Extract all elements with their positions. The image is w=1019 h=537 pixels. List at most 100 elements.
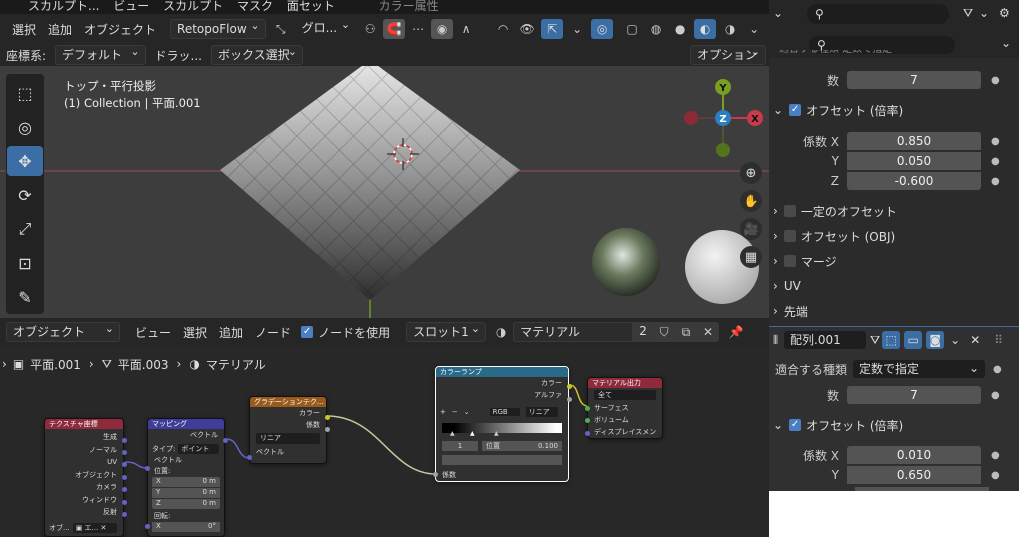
mapping-loc-z[interactable]: Z 0 m	[152, 499, 220, 509]
pin-icon[interactable]: 📌	[725, 322, 747, 342]
snap-icon[interactable]: 🧲	[383, 19, 406, 39]
keyframe-dot-icon[interactable]: ●	[991, 136, 1000, 147]
material-name-field[interactable]: マテリアル	[513, 322, 634, 342]
keyframe-dot-icon[interactable]: ●	[991, 156, 1000, 167]
falloff-icon[interactable]: ∧	[455, 19, 477, 39]
menu-add[interactable]: 追加	[42, 21, 78, 38]
duplicate-material-icon[interactable]: ⧉	[675, 322, 698, 342]
menu-sculpt[interactable]: スカルプト	[163, 0, 223, 12]
node-socket[interactable]	[122, 438, 127, 443]
color-ramp-node[interactable]: カラーランプ カラー アルファ + − ⌄ RGB リニア ▲ ▲ ▲ 1 位置…	[435, 366, 569, 482]
material-output-node[interactable]: マテリアル出力 全て サーフェス ボリューム ディスプレイスメント	[587, 377, 663, 439]
uv-section[interactable]: › UV	[769, 275, 1019, 297]
solid-shading-icon[interactable]: ●	[669, 19, 691, 39]
select-box-tool-icon[interactable]: ⬚	[7, 78, 43, 108]
keyframe-dot-icon[interactable]: ●	[991, 450, 1000, 461]
node-socket[interactable]	[122, 462, 127, 467]
shading-dropdown-icon[interactable]: ⌄	[743, 19, 765, 39]
merge-section[interactable]: › マージ	[769, 250, 1019, 272]
move-tool-icon[interactable]: ✥	[7, 146, 43, 176]
breadcrumb-material[interactable]: マテリアル	[206, 356, 266, 373]
overlay-icon[interactable]: ⌄	[566, 19, 588, 39]
xray-icon[interactable]: ▢	[621, 19, 643, 39]
ramp-stop-index[interactable]: 1	[442, 441, 478, 451]
node-socket[interactable]	[585, 431, 590, 436]
overlays-button[interactable]: ◎	[591, 19, 614, 39]
node-socket[interactable]	[567, 397, 572, 402]
menu-object[interactable]: オブジェクト	[78, 21, 162, 38]
mapping-loc-y[interactable]: Y 0 m	[152, 488, 220, 498]
visibility-icon[interactable]: ◠	[492, 19, 514, 39]
node-socket[interactable]	[122, 487, 127, 492]
search-dropdown-icon[interactable]: ⌄	[1001, 36, 1011, 50]
node-socket[interactable]	[325, 415, 330, 420]
ramp-stop-handle[interactable]: ▲	[494, 430, 499, 437]
menu-mask[interactable]: マスク	[237, 0, 273, 12]
options-dropdown[interactable]: オプション	[690, 44, 766, 65]
edit-mode-toggle-button[interactable]: ⬚	[882, 331, 901, 349]
proportional-edit-icon[interactable]: ◉	[431, 19, 454, 39]
modifier-dropdown-icon[interactable]: ⌄	[950, 333, 960, 347]
menu-face-set[interactable]: 面セット	[287, 0, 335, 12]
fake-user-shield-icon[interactable]: ⛉	[653, 322, 676, 342]
pivot-icon[interactable]: ⚇	[359, 19, 381, 39]
mapping-loc-x[interactable]: X 0 m	[152, 477, 220, 487]
editor-type-icon[interactable]: ⌄	[773, 6, 783, 20]
factor-x2-field[interactable]: 0.010	[847, 446, 981, 464]
breadcrumb-object[interactable]: 平面.001	[30, 356, 81, 373]
caps-section[interactable]: › 先端	[769, 300, 1019, 322]
factor-z-field[interactable]: -0.600	[847, 172, 981, 190]
camera-view-icon[interactable]: 🎥	[740, 218, 762, 240]
keyframe-dot-icon[interactable]: ●	[991, 176, 1000, 187]
eye-dropdown-icon[interactable]: 👁	[516, 19, 538, 39]
material-shading-button[interactable]: ◐	[694, 19, 717, 39]
ramp-stop-handle[interactable]: ▲	[450, 430, 455, 437]
count2-field[interactable]: 7	[847, 386, 981, 404]
offset-relative-section[interactable]: ⌄ ✓ オフセット (倍率)	[769, 99, 1019, 121]
const-offset-checkbox[interactable]	[783, 205, 796, 217]
remove-stop-button[interactable]: −	[452, 408, 458, 416]
node-socket[interactable]	[585, 406, 590, 411]
snap-target-icon[interactable]: ⋯	[407, 19, 429, 39]
node-socket[interactable]	[145, 466, 150, 471]
obj-offset-section[interactable]: › オフセット (OBJ)	[769, 225, 1019, 247]
add-stop-button[interactable]: +	[440, 408, 446, 416]
ramp-stop-color[interactable]	[442, 455, 562, 465]
node-socket[interactable]	[122, 500, 127, 505]
mapping-node[interactable]: マッピング ベクトル タイプ: ポイント ベクトル 位置: X0 m Y0 m …	[147, 418, 225, 537]
retopoflow-dropdown[interactable]: RetopoFlow	[170, 18, 266, 39]
gradient-texture-node[interactable]: グラデーションテク... カラー 係数 リニア ベクトル	[249, 396, 327, 464]
slot-dropdown[interactable]: スロット1	[406, 321, 487, 342]
node-socket[interactable]	[122, 475, 127, 480]
rotate-tool-icon[interactable]: ⟳	[7, 180, 43, 210]
annotate-tool-icon[interactable]: ✎	[7, 282, 43, 312]
transform-orientation-dropdown[interactable]: グロ...	[296, 17, 355, 39]
filter-icon[interactable]: ⛛	[963, 6, 973, 21]
menu-color-attr[interactable]: カラー属性	[379, 0, 439, 12]
unlink-material-icon[interactable]: ✕	[697, 322, 720, 342]
mapping-rot-x[interactable]: X 0°	[152, 522, 220, 532]
node-socket[interactable]	[567, 384, 572, 389]
viewport-display-toggle-button[interactable]: ▭	[904, 331, 923, 349]
drag-dropdown[interactable]: ボックス選択	[211, 44, 303, 65]
keyframe-dot-icon[interactable]: ●	[991, 75, 1000, 86]
modifier-name-field[interactable]: 配列.001	[784, 331, 867, 349]
node-socket[interactable]	[585, 418, 590, 423]
modifier-drag-handle-icon[interactable]: ⠿	[994, 333, 1003, 347]
ramp-stop-handle[interactable]: ▲	[470, 430, 475, 437]
texcoord-object-field[interactable]: ▣ エ... ✕	[72, 523, 117, 533]
node-socket[interactable]	[325, 427, 330, 432]
obj-offset-checkbox[interactable]	[783, 230, 796, 242]
coord-dropdown[interactable]: デフォルト	[55, 44, 146, 65]
rendered-shading-icon[interactable]: ◑	[719, 19, 741, 39]
node-socket[interactable]	[122, 450, 127, 455]
node-menu-node[interactable]: ノード	[249, 324, 297, 341]
properties-search-top[interactable]: ⚲	[807, 4, 949, 24]
modifier-remove-icon[interactable]: ✕	[970, 333, 980, 347]
gradient-type-dropdown[interactable]: リニア	[256, 433, 320, 444]
factor-y2-field[interactable]: 0.650	[847, 466, 981, 484]
factor-x-field[interactable]: 0.850	[847, 132, 981, 150]
settings-gear-icon[interactable]: ⚙	[999, 6, 1010, 20]
node-socket[interactable]	[223, 438, 228, 443]
render-toggle-button[interactable]: ◙	[926, 331, 945, 349]
